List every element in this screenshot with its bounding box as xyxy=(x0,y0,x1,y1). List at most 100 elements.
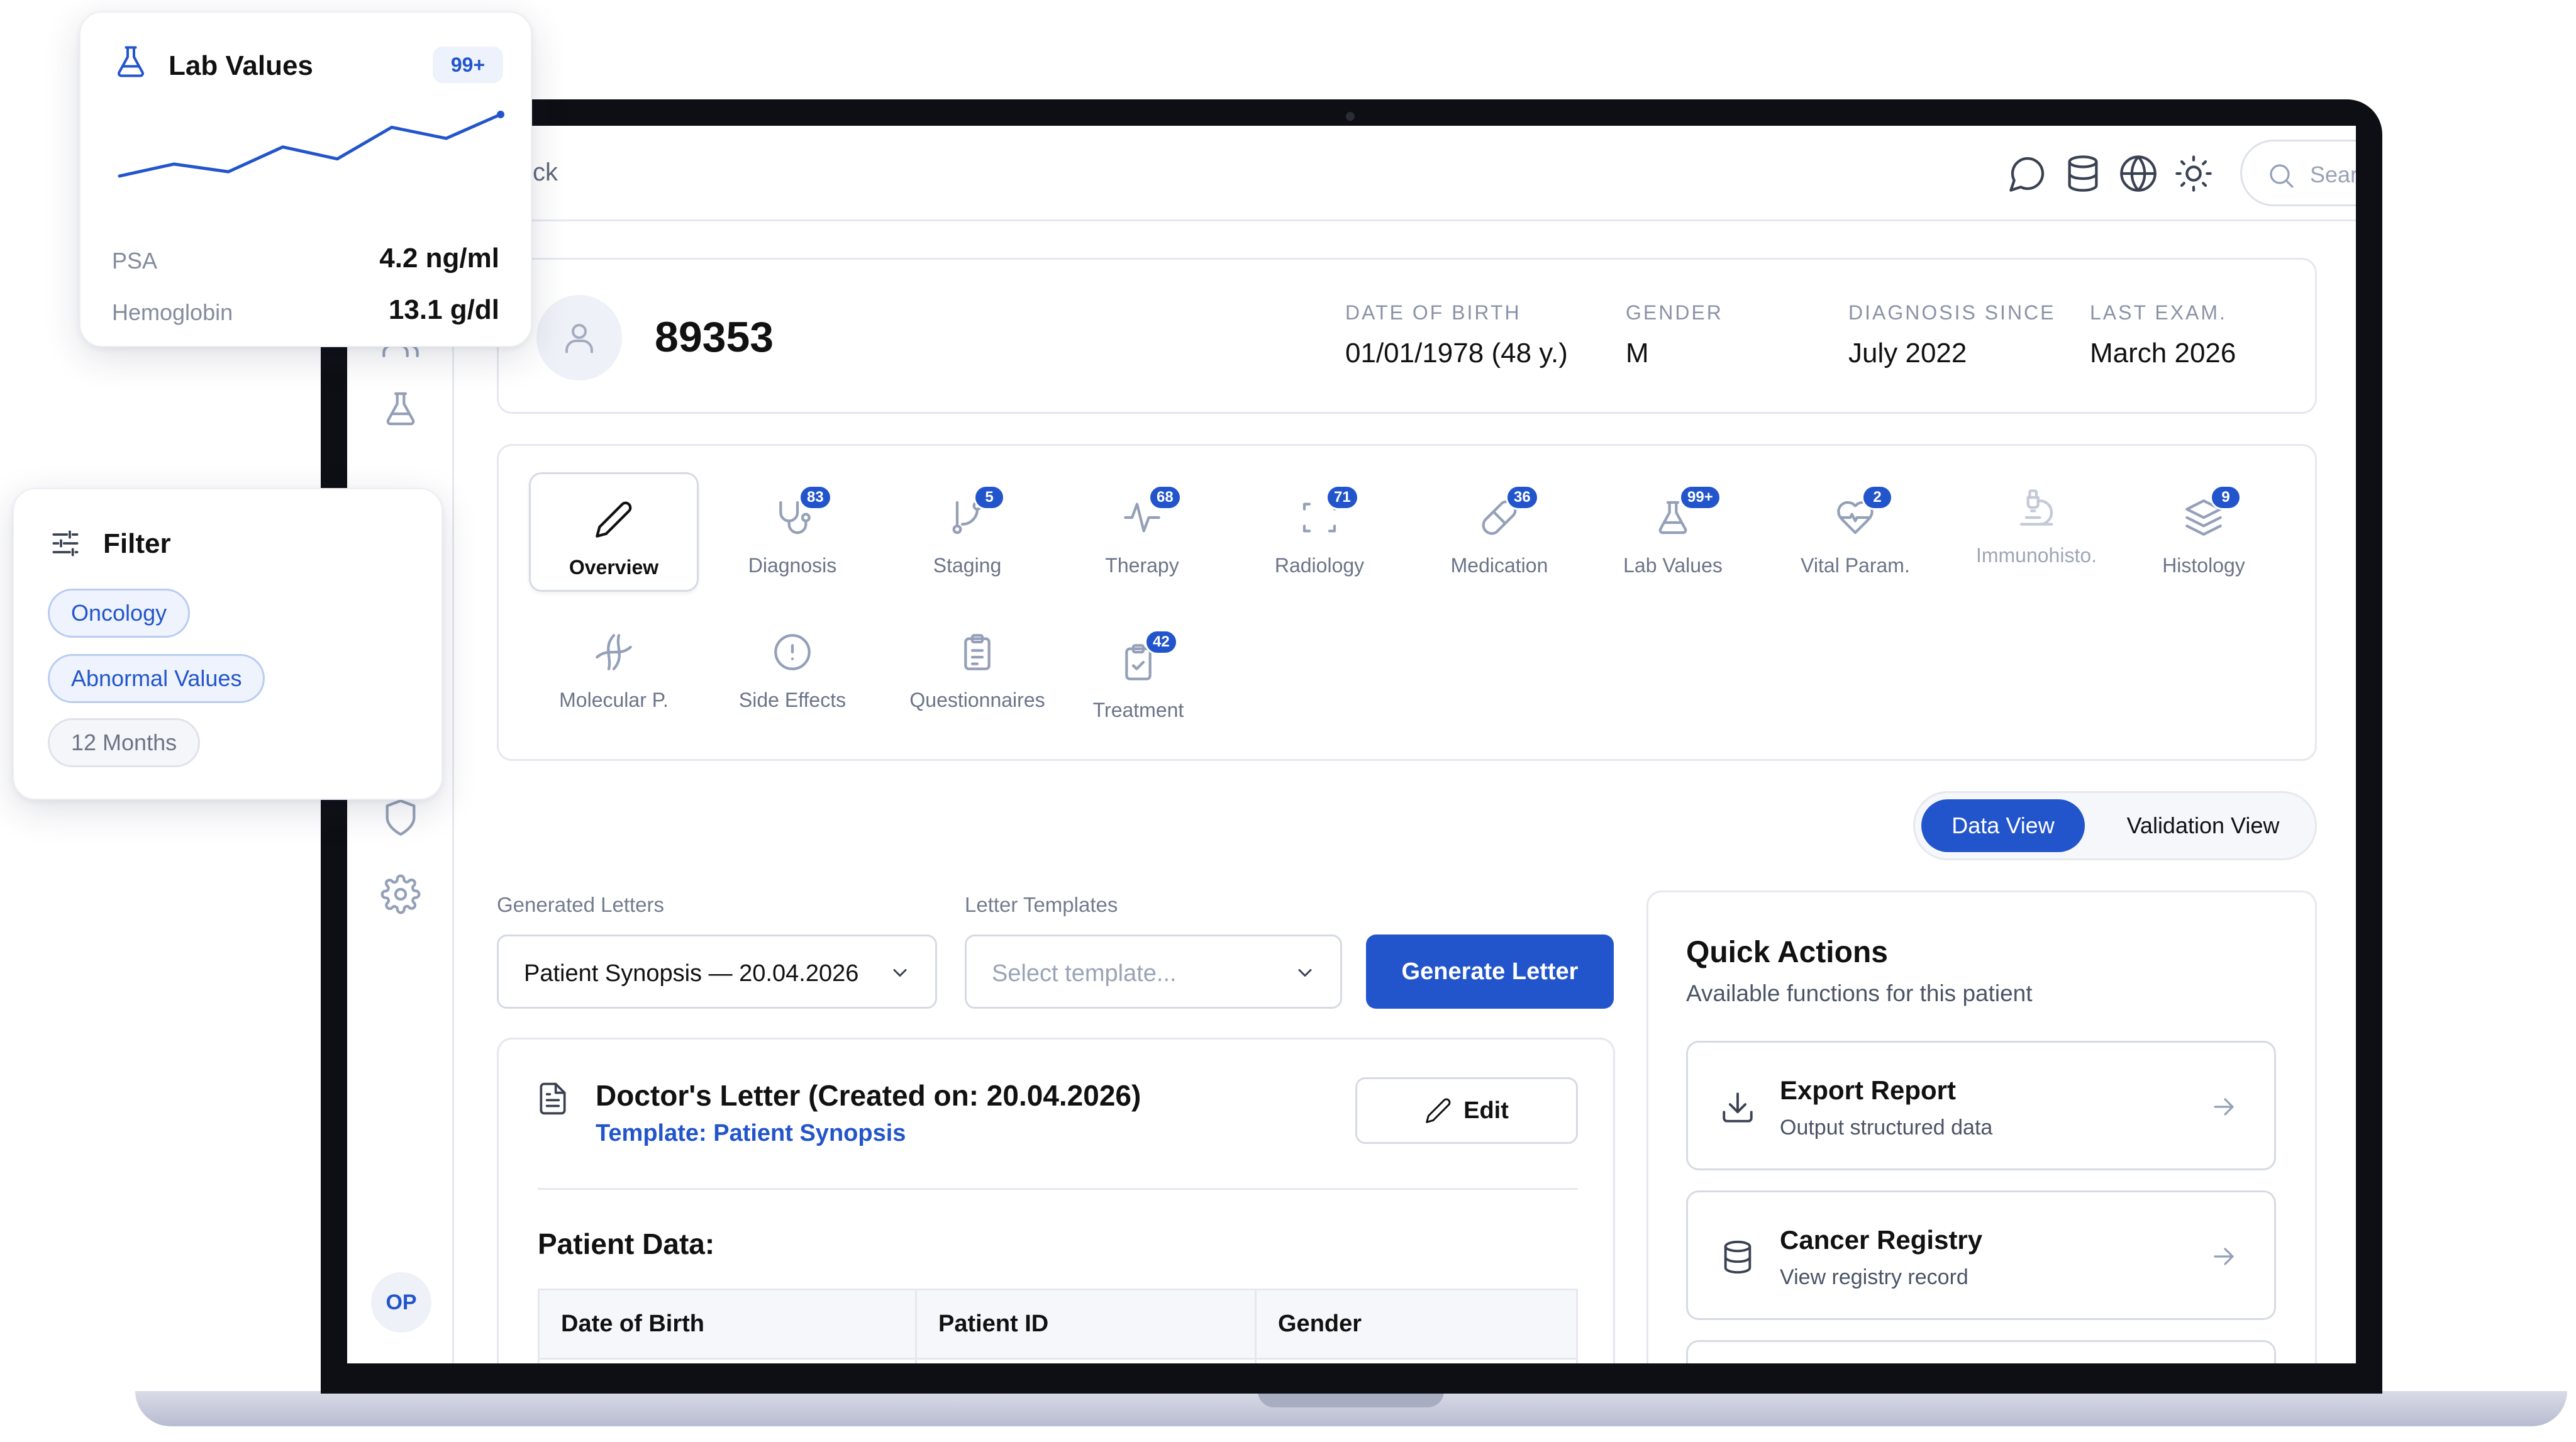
lab-trend-sparkline xyxy=(118,111,504,178)
psa-label: PSA xyxy=(112,248,158,274)
tab-label: Staging xyxy=(933,554,1002,577)
action-subtitle: Output structured data xyxy=(1780,1116,1993,1140)
tab-therapy[interactable]: 68 Therapy xyxy=(1057,472,1227,592)
generated-letters-select[interactable]: Patient Synopsis — 20.04.2026 xyxy=(497,935,937,1009)
top-header: ck ⌘ K xyxy=(454,126,2356,221)
tab-vital-parameters[interactable]: 2 Vital Param. xyxy=(1770,472,1940,592)
letter-templates-select[interactable]: Select template... xyxy=(965,935,1342,1009)
divider xyxy=(538,1188,1578,1190)
tab-label: Overview xyxy=(569,556,659,579)
filter-card: Filter Oncology Abnormal Values 12 Month… xyxy=(13,488,443,800)
quick-actions-subtitle: Available functions for this patient xyxy=(1686,980,2033,1006)
lab-count-badge: 99+ xyxy=(433,47,503,83)
filter-chip-12-months[interactable]: 12 Months xyxy=(48,718,201,767)
tab-side-effects[interactable]: Side Effects xyxy=(708,607,877,726)
column-header: Date of Birth xyxy=(538,1289,917,1360)
letter-templates-placeholder: Select template... xyxy=(992,960,1177,987)
tab-label: Questionnaires xyxy=(909,689,1045,711)
app-screen: OP ck ⌘ K 89353 Date of Birth 01/ xyxy=(347,126,2356,1363)
generate-letter-button[interactable]: Generate Letter xyxy=(1366,935,1614,1009)
tab-questionnaires[interactable]: Questionnaires xyxy=(892,607,1062,726)
dob-label: Date of Birth xyxy=(1345,301,1521,324)
tab-diagnosis[interactable]: 83 Diagnosis xyxy=(708,472,877,592)
camera-dot xyxy=(1346,112,1355,121)
doctors-letter-card: Doctor's Letter (Created on: 20.04.2026)… xyxy=(497,1038,1615,1363)
action-subtitle: View registry record xyxy=(1780,1265,1968,1289)
database-icon[interactable] xyxy=(2063,153,2103,194)
count-badge: 99+ xyxy=(1679,485,1721,510)
action-title: Cancer Registry xyxy=(1780,1225,1983,1255)
letter-template-link[interactable]: Template: Patient Synopsis xyxy=(596,1120,906,1147)
pencil-icon xyxy=(594,499,634,540)
count-badge: 71 xyxy=(1326,485,1359,510)
scan-icon: 71 xyxy=(1299,485,1359,538)
count-badge: 36 xyxy=(1506,485,1539,510)
patient-data-heading: Patient Data: xyxy=(538,1228,715,1260)
count-badge: 9 xyxy=(2210,485,2241,510)
filter-chip-abnormal-values[interactable]: Abnormal Values xyxy=(48,654,265,703)
search-box[interactable]: ⌘ K xyxy=(2240,140,2356,206)
export-report-action[interactable]: Export Report Output structured data xyxy=(1686,1041,2276,1170)
back-link[interactable]: ck xyxy=(533,158,558,187)
count-badge: 5 xyxy=(974,485,1005,510)
flask-icon: 99+ xyxy=(1653,485,1721,538)
search-icon xyxy=(2266,160,2296,191)
tab-medication[interactable]: 36 Medication xyxy=(1414,472,1584,592)
patient-id: 89353 xyxy=(655,313,774,361)
gender-label: Gender xyxy=(1626,301,1723,324)
trend-line xyxy=(118,113,502,178)
cancer-registry-action[interactable]: Cancer Registry View registry record xyxy=(1686,1190,2276,1320)
generated-letters-value: Patient Synopsis — 20.04.2026 xyxy=(524,960,859,987)
microscope-icon xyxy=(2016,487,2057,528)
tab-treatment[interactable]: 42 Treatment xyxy=(1053,617,1223,736)
tab-lab-values[interactable]: 99+ Lab Values xyxy=(1588,472,1758,592)
validation-view-button[interactable]: Validation View xyxy=(2097,799,2309,852)
patient-header-card: 89353 Date of Birth 01/01/1978 (48 y.) G… xyxy=(497,258,2317,414)
pulse-icon: 68 xyxy=(1122,485,1182,538)
tab-immunohistochemistry[interactable]: Immunohisto. xyxy=(1951,462,2121,582)
lab-values-card[interactable]: Lab Values 99+ PSA 4.2 ng/ml Hemoglobin … xyxy=(79,11,532,347)
diagnosis-since-value: July 2022 xyxy=(1848,338,1967,369)
globe-icon[interactable] xyxy=(2118,153,2158,194)
count-badge: 42 xyxy=(1145,629,1178,655)
tab-label: Lab Values xyxy=(1623,554,1723,577)
clipboard-list-icon xyxy=(957,632,997,672)
patient-data-table: Date of Birth Patient ID Gender xyxy=(538,1289,1578,1363)
count-badge: 68 xyxy=(1148,485,1182,510)
dob-value: 01/01/1978 (48 y.) xyxy=(1345,338,1568,369)
stethoscope-icon: 83 xyxy=(772,485,832,538)
patient-avatar xyxy=(536,295,622,380)
sun-icon[interactable] xyxy=(2174,153,2214,194)
tab-histology[interactable]: 9 Histology xyxy=(2119,472,2289,592)
edit-button-label: Edit xyxy=(1463,1097,1509,1124)
filter-chip-oncology[interactable]: Oncology xyxy=(48,589,191,638)
letter-title: Doctor's Letter (Created on: 20.04.2026) xyxy=(596,1079,1141,1112)
user-avatar[interactable]: OP xyxy=(371,1272,431,1333)
tab-label: Therapy xyxy=(1105,554,1179,577)
chat-icon[interactable] xyxy=(2007,153,2048,194)
arrow-right-icon xyxy=(2209,1241,2239,1272)
tab-overview[interactable]: Overview xyxy=(529,472,699,592)
data-view-button[interactable]: Data View xyxy=(1921,799,2085,852)
hemoglobin-value: 13.1 g/dl xyxy=(388,294,499,325)
tab-molecular-pathology[interactable]: Molecular P. xyxy=(529,607,699,726)
tab-staging[interactable]: 5 Staging xyxy=(882,472,1052,592)
quick-actions-card: Quick Actions Available functions for th… xyxy=(1646,890,2317,1363)
flask-icon[interactable] xyxy=(380,389,421,429)
tab-label: Side Effects xyxy=(738,689,847,711)
edit-button[interactable]: Edit xyxy=(1355,1077,1578,1144)
database-icon xyxy=(1719,1239,1756,1275)
git-branch-icon: 5 xyxy=(947,485,1005,538)
document-icon xyxy=(535,1081,570,1116)
gear-icon[interactable] xyxy=(380,874,421,914)
shield-icon[interactable] xyxy=(380,797,421,838)
more-action[interactable] xyxy=(1686,1340,2276,1363)
tab-radiology[interactable]: 71 Radiology xyxy=(1235,472,1404,592)
table-row xyxy=(538,1358,1578,1363)
category-tabs: Overview 83 Diagnosis 5 Staging 68 Thera… xyxy=(497,444,2317,761)
search-input[interactable] xyxy=(2310,160,2356,189)
heart-pulse-icon: 2 xyxy=(1835,485,1893,538)
generated-letters-label: Generated Letters xyxy=(497,893,664,916)
last-exam-label: Last Exam. xyxy=(2090,301,2227,324)
hemoglobin-label: Hemoglobin xyxy=(112,299,233,325)
